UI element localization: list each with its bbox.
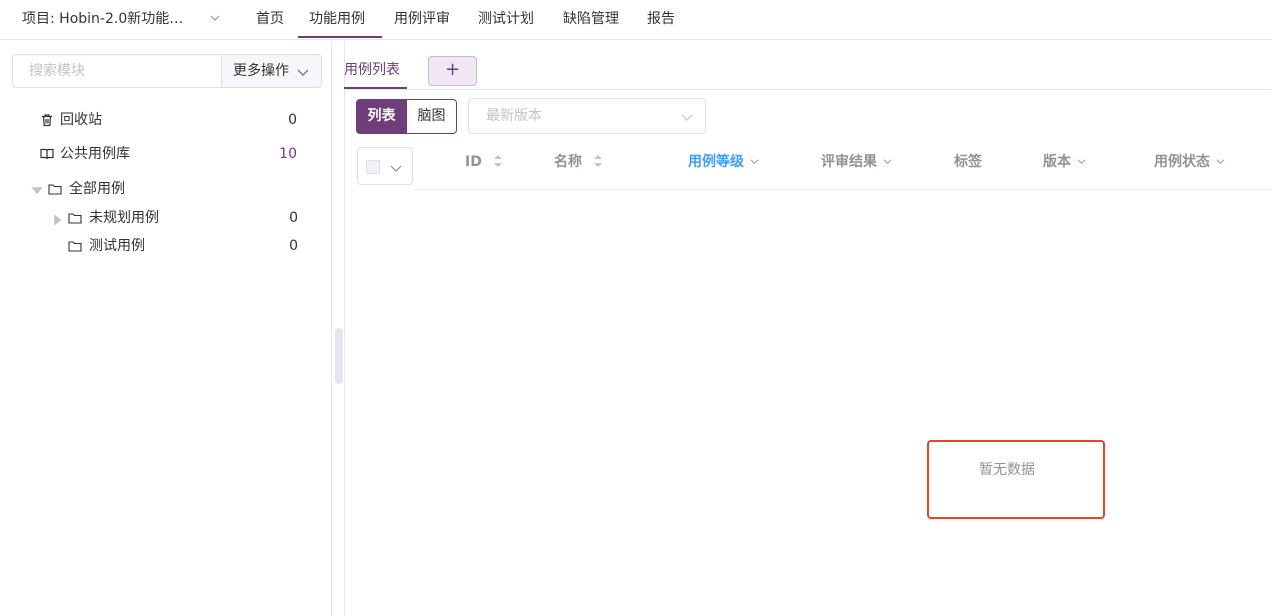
folder-icon	[48, 184, 62, 195]
chevron-down-icon	[390, 165, 402, 172]
sidebar-resize-handle[interactable]	[335, 328, 343, 384]
item-count: 0	[288, 112, 297, 128]
column-label: 名称	[554, 154, 582, 170]
chevron-down-icon[interactable]	[209, 12, 221, 24]
tree-node-unplanned-cases[interactable]: 未规划用例 0	[50, 206, 310, 230]
module-search-input[interactable]	[29, 55, 209, 87]
sidebar-item-label: 公共用例库	[60, 146, 130, 162]
filter-chevron-icon[interactable]	[1216, 157, 1225, 166]
empty-state-text: 暂无数据	[979, 462, 1035, 478]
nav-tab-report[interactable]: 报告	[647, 0, 675, 38]
view-mindmap-button[interactable]: 脑图	[406, 99, 457, 134]
more-actions-label: 更多操作	[233, 63, 289, 79]
column-header-case-status[interactable]: 用例状态	[1154, 150, 1225, 174]
chevron-down-icon	[297, 69, 309, 76]
tree-node-all-cases[interactable]: 全部用例	[30, 177, 300, 201]
module-sidebar: 更多操作 回收站 0 公共用例库 10 全部用例	[0, 41, 332, 616]
tree-node-label: 测试用例	[89, 238, 145, 254]
tree-node-label: 未规划用例	[89, 210, 159, 226]
column-header-id[interactable]: ID	[465, 150, 503, 174]
folder-icon	[68, 241, 82, 252]
add-tab-button[interactable]: +	[428, 56, 477, 86]
column-label: 标签	[954, 154, 982, 170]
sidebar-item-recycle-bin[interactable]: 回收站 0	[40, 108, 310, 132]
tab-case-list[interactable]: 用例列表	[344, 56, 400, 86]
table-header-divider	[414, 189, 1271, 190]
view-list-button[interactable]: 列表	[356, 99, 407, 134]
more-actions-button[interactable]: 更多操作	[221, 54, 322, 88]
tree-node-label: 全部用例	[69, 181, 125, 197]
filter-chevron-icon[interactable]	[1077, 157, 1086, 166]
select-all-checkbox[interactable]	[366, 160, 380, 174]
column-header-case-level[interactable]: 用例等级	[688, 150, 759, 174]
select-all-dropdown[interactable]	[357, 147, 413, 185]
folder-icon	[68, 213, 82, 224]
nav-tab-home[interactable]: 首页	[256, 0, 284, 38]
column-label: 版本	[1043, 154, 1071, 170]
version-select-input[interactable]	[486, 99, 676, 133]
trash-icon	[42, 114, 52, 127]
sort-icon[interactable]	[593, 154, 603, 168]
module-search-box	[12, 54, 222, 88]
project-selector[interactable]: 项目: Hobin-2.0新功能…	[22, 0, 183, 38]
tab-bar-divider	[344, 89, 1271, 90]
version-select[interactable]	[468, 98, 706, 134]
column-label: ID	[465, 154, 482, 170]
book-icon	[40, 148, 54, 160]
tree-node-test-cases[interactable]: 测试用例 0	[68, 234, 310, 258]
column-header-name[interactable]: 名称	[554, 150, 603, 174]
column-header-review-result[interactable]: 评审结果	[821, 150, 892, 174]
active-tab-indicator	[344, 87, 407, 89]
caret-right-icon[interactable]	[50, 213, 64, 227]
column-header-tags: 标签	[954, 150, 982, 174]
column-label: 用例等级	[688, 154, 744, 170]
nav-tab-defects[interactable]: 缺陷管理	[563, 0, 619, 38]
top-nav: 项目: Hobin-2.0新功能… 首页 功能用例 用例评审 测试计划 缺陷管理…	[0, 0, 1271, 40]
sidebar-item-public-library[interactable]: 公共用例库 10	[40, 142, 310, 166]
nav-tab-case-review[interactable]: 用例评审	[394, 0, 450, 38]
filter-chevron-icon[interactable]	[883, 157, 892, 166]
nav-tab-functional-cases[interactable]: 功能用例	[309, 0, 365, 38]
column-label: 评审结果	[821, 154, 877, 170]
column-label: 用例状态	[1154, 154, 1210, 170]
nav-tab-test-plan[interactable]: 测试计划	[478, 0, 534, 38]
caret-down-icon[interactable]	[30, 183, 44, 197]
node-count: 0	[289, 210, 298, 226]
item-count: 10	[279, 146, 297, 162]
sidebar-item-label: 回收站	[60, 112, 102, 128]
filter-chevron-icon[interactable]	[750, 157, 759, 166]
column-header-version[interactable]: 版本	[1043, 150, 1086, 174]
chevron-down-icon	[681, 114, 693, 121]
node-count: 0	[289, 238, 298, 254]
sort-icon[interactable]	[493, 154, 503, 168]
active-tab-indicator	[298, 36, 382, 38]
main-left-border	[344, 41, 345, 616]
